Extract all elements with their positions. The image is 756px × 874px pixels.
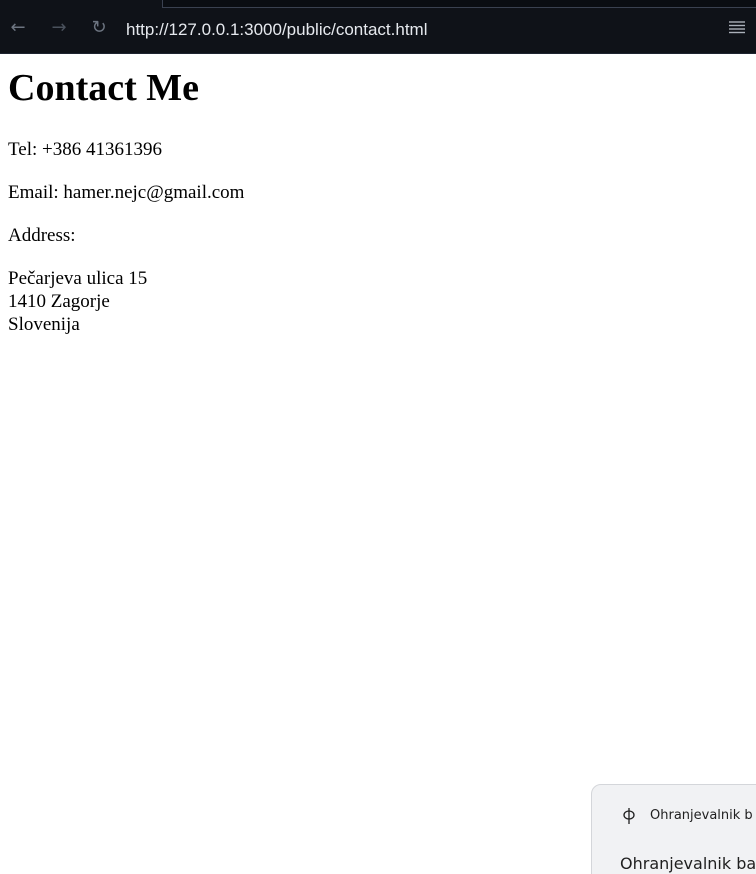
notification-toast[interactable]: Ohranjevalnik b Ohranjevalnik bat xyxy=(591,784,756,874)
page-title: Contact Me xyxy=(8,67,199,109)
address-label: Address: xyxy=(8,225,76,246)
address-street: Pečarjeva ulica 15 xyxy=(8,268,148,289)
reload-icon[interactable]: ↻ xyxy=(87,16,111,40)
address-city: 1410 Zagorje xyxy=(8,291,110,312)
browser-toolbar: ← → ↻ http://127.0.0.1:3000/public/conta… xyxy=(0,0,756,54)
address-bar[interactable]: http://127.0.0.1:3000/public/contact.htm… xyxy=(126,19,427,41)
battery-saver-icon xyxy=(622,807,636,825)
tab-strip xyxy=(162,0,756,8)
email-text: Email: hamer.nejc@gmail.com xyxy=(8,182,245,203)
notification-app-name: Ohranjevalnik b xyxy=(650,808,753,823)
back-arrow-icon[interactable]: ← xyxy=(6,16,30,40)
menu-icon[interactable] xyxy=(728,19,746,37)
address-block: Pečarjeva ulica 15 1410 Zagorje Slovenij… xyxy=(8,267,147,336)
notification-title: Ohranjevalnik bat xyxy=(620,854,756,873)
forward-arrow-icon[interactable]: → xyxy=(47,16,71,40)
address-country: Slovenija xyxy=(8,314,80,335)
telephone-text: Tel: +386 41361396 xyxy=(8,139,162,160)
